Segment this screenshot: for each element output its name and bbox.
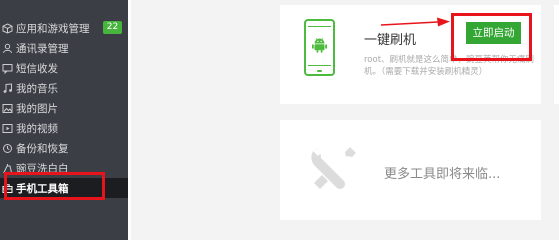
sidebar-item-backup[interactable]: 备份和恢复 (0, 138, 128, 158)
contact-icon (3, 43, 12, 53)
sidebar-item-pictures[interactable]: 我的图片 (0, 98, 128, 118)
cube-icon (2, 22, 13, 34)
android-phone-icon (304, 19, 335, 76)
tools-icon (311, 147, 356, 189)
sidebar-item-label: 我的视频 (16, 122, 58, 135)
arrow-annotation-icon (380, 17, 450, 27)
divider (128, 0, 131, 240)
count-badge: 22 (103, 21, 122, 34)
sidebar-item-label: 备份和恢复 (16, 142, 69, 155)
next-card-edge (554, 5, 559, 104)
backup-icon (3, 143, 12, 153)
highlight-box (4, 172, 105, 200)
sidebar-item-label: 我的图片 (16, 102, 58, 115)
sidebar-item-apps[interactable]: 应用和游戏管理 22 (0, 18, 128, 38)
sidebar-item-music[interactable]: 我的音乐 (0, 78, 128, 98)
coming-soon-text: 更多工具即将来临... (384, 167, 501, 182)
sidebar-item-sms[interactable]: 短信收发 (0, 58, 128, 78)
image-icon (2, 103, 13, 113)
video-icon (2, 123, 13, 133)
highlight-box (451, 13, 532, 61)
sidebar-item-label: 应用和游戏管理 (16, 22, 90, 35)
sidebar-item-videos[interactable]: 我的视频 (0, 118, 128, 138)
tool-title: 一键刷机 (364, 33, 417, 48)
sidebar-item-label: 通讯录管理 (16, 42, 69, 55)
sidebar: 应用和游戏管理 22 通讯录管理 短信收发 我的音乐 我的图片 我的视频 备份和… (0, 0, 128, 240)
music-icon (3, 82, 12, 93)
sidebar-item-label: 我的音乐 (16, 82, 58, 95)
sidebar-item-label: 短信收发 (16, 62, 58, 75)
message-icon (2, 63, 13, 74)
sidebar-item-contacts[interactable]: 通讯录管理 (0, 38, 128, 58)
tool-card-more: 更多工具即将来临... (280, 120, 541, 220)
